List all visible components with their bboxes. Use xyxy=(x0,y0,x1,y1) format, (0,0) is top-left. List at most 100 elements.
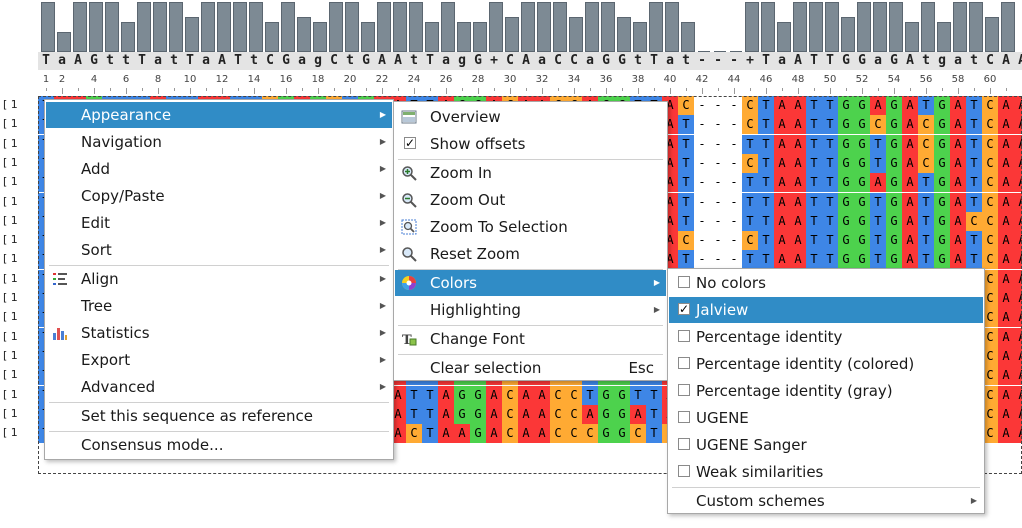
menu-item-overview[interactable]: Overview xyxy=(395,104,666,130)
ruler-tick xyxy=(558,88,559,91)
menu-item-consensus-mode[interactable]: Consensus mode... xyxy=(46,432,392,458)
nucleotide-cell: A xyxy=(902,154,918,173)
ruler-tick xyxy=(670,88,671,94)
consensus-char: a xyxy=(442,53,450,68)
menu-item-zoom-out[interactable]: Zoom Out xyxy=(395,187,666,213)
histogram-bar xyxy=(569,17,583,52)
menu-item-change-font[interactable]: T Change Font xyxy=(395,326,666,352)
menu-item-clear-selection[interactable]: Clear selection Esc xyxy=(395,355,666,381)
nucleotide-cell: G xyxy=(838,115,854,134)
checkbox-icon xyxy=(678,465,690,477)
ruler-label: 30 xyxy=(503,74,517,85)
nucleotide-cell: G xyxy=(934,173,950,192)
menu-item-advanced[interactable]: Advanced ▶ xyxy=(46,374,392,400)
row-offset-label: [ 1 xyxy=(3,272,18,285)
submenu-arrow-icon: ▶ xyxy=(379,245,386,254)
ruler-label: 54 xyxy=(887,74,901,85)
nucleotide-cell: - xyxy=(698,156,706,170)
align-icon xyxy=(53,273,67,285)
ruler-label: 56 xyxy=(919,74,933,85)
color-scheme-percentage-identity[interactable]: Percentage identity xyxy=(669,324,983,350)
menu-item-export[interactable]: Export ▶ xyxy=(46,347,392,373)
color-scheme-jalview[interactable]: ✓ Jalview xyxy=(669,297,983,323)
consensus-char: a xyxy=(954,53,962,68)
ruler-label: 20 xyxy=(343,74,357,85)
menu-item-colors[interactable]: Colors ▶ xyxy=(395,270,666,296)
menu-item-edit[interactable]: Edit ▶ xyxy=(46,210,392,236)
zoom-to-selection-icon xyxy=(401,219,417,235)
menu-item-label: Colors xyxy=(430,274,477,292)
menu-item-tree[interactable]: Tree ▶ xyxy=(46,293,392,319)
color-scheme-weak-similarities[interactable]: Weak similarities xyxy=(669,459,983,485)
consensus-char: a xyxy=(538,53,546,68)
menu-item-zoom-to-selection[interactable]: Zoom To Selection xyxy=(395,214,666,240)
histogram-bar xyxy=(665,2,679,52)
consensus-char: G xyxy=(282,53,290,68)
nucleotide-cell: C xyxy=(982,135,998,154)
nucleotide-cell: - xyxy=(714,195,722,209)
color-scheme-no-colors[interactable]: No colors xyxy=(669,270,983,296)
nucleotide-cell: T xyxy=(966,173,982,192)
nucleotide-cell: - xyxy=(698,252,706,266)
histogram-bar xyxy=(681,22,695,52)
menu-item-navigation[interactable]: Navigation ▶ xyxy=(46,129,392,155)
menu-item-sort[interactable]: Sort ▶ xyxy=(46,237,392,263)
nucleotide-cell: A xyxy=(902,173,918,192)
color-scheme-ugene[interactable]: UGENE xyxy=(669,405,983,431)
ruler-label: 16 xyxy=(279,74,293,85)
nucleotide-cell: G xyxy=(598,405,614,424)
color-scheme-ugene-sanger[interactable]: UGENE Sanger xyxy=(669,432,983,458)
nucleotide-cell: A xyxy=(998,366,1014,385)
ruler-tick xyxy=(686,88,687,91)
menu-item-set-reference[interactable]: Set this sequence as reference xyxy=(46,403,392,429)
consensus-char: + xyxy=(746,53,754,68)
ruler-label: 8 xyxy=(154,74,162,85)
nucleotide-cell: A xyxy=(774,154,790,173)
consensus-char: G xyxy=(474,53,482,68)
nucleotide-cell: T xyxy=(822,154,838,173)
menu-item-custom-schemes[interactable]: Custom schemes ▶ xyxy=(669,488,983,514)
menu-item-reset-zoom[interactable]: Reset Zoom xyxy=(395,241,666,267)
histogram-bar xyxy=(953,2,967,52)
row-offset-label: [ 1 xyxy=(3,214,18,227)
ruler-tick xyxy=(910,88,911,91)
menu-item-statistics[interactable]: Statistics ▶ xyxy=(46,320,392,346)
menu-item-label: Appearance xyxy=(81,106,172,124)
consensus-char: + xyxy=(490,53,498,68)
nucleotide-cell: T xyxy=(742,193,758,212)
ruler-tick xyxy=(94,88,95,94)
consensus-char: T xyxy=(186,53,194,68)
ruler-tick xyxy=(302,88,303,91)
ruler-tick xyxy=(462,88,463,91)
nucleotide-cell: C xyxy=(870,115,886,134)
color-scheme-percentage-identity-colored[interactable]: Percentage identity (colored) xyxy=(669,351,983,377)
menu-item-align[interactable]: Align ▶ xyxy=(46,266,392,292)
nucleotide-cell: A xyxy=(1014,289,1022,308)
nucleotide-cell: T xyxy=(758,231,774,250)
row-offset-label: [ 1 xyxy=(3,252,18,265)
nucleotide-cell: G xyxy=(470,405,486,424)
ruler-tick xyxy=(622,88,623,91)
nucleotide-cell: T xyxy=(870,231,886,250)
menu-item-show-offsets[interactable]: ✓ Show offsets xyxy=(395,131,666,157)
row-offset-label: [ 1 xyxy=(3,291,18,304)
nucleotide-cell: C xyxy=(918,154,934,173)
histogram-bar xyxy=(233,2,247,52)
menu-item-copy-paste[interactable]: Copy/Paste ▶ xyxy=(46,183,392,209)
nucleotide-cell: C xyxy=(678,231,694,250)
nucleotide-cell: C xyxy=(982,250,998,269)
menu-item-zoom-in[interactable]: Zoom In xyxy=(395,160,666,186)
ruler-label: 2 xyxy=(58,74,66,85)
menu-item-label: Clear selection xyxy=(430,359,542,377)
nucleotide-cell: - xyxy=(730,233,738,247)
menu-item-highlighting[interactable]: Highlighting ▶ xyxy=(395,297,666,323)
menu-item-add[interactable]: Add ▶ xyxy=(46,156,392,182)
consensus-char: t xyxy=(682,53,690,68)
nucleotide-cell: A xyxy=(774,96,790,115)
nucleotide-cell: A xyxy=(774,135,790,154)
ruler-tick xyxy=(366,88,367,91)
nucleotide-cell: G xyxy=(886,250,902,269)
nucleotide-cell: T xyxy=(758,96,774,115)
menu-item-appearance[interactable]: Appearance ▶ xyxy=(46,102,392,128)
color-scheme-percentage-identity-gray[interactable]: Percentage identity (gray) xyxy=(669,378,983,404)
